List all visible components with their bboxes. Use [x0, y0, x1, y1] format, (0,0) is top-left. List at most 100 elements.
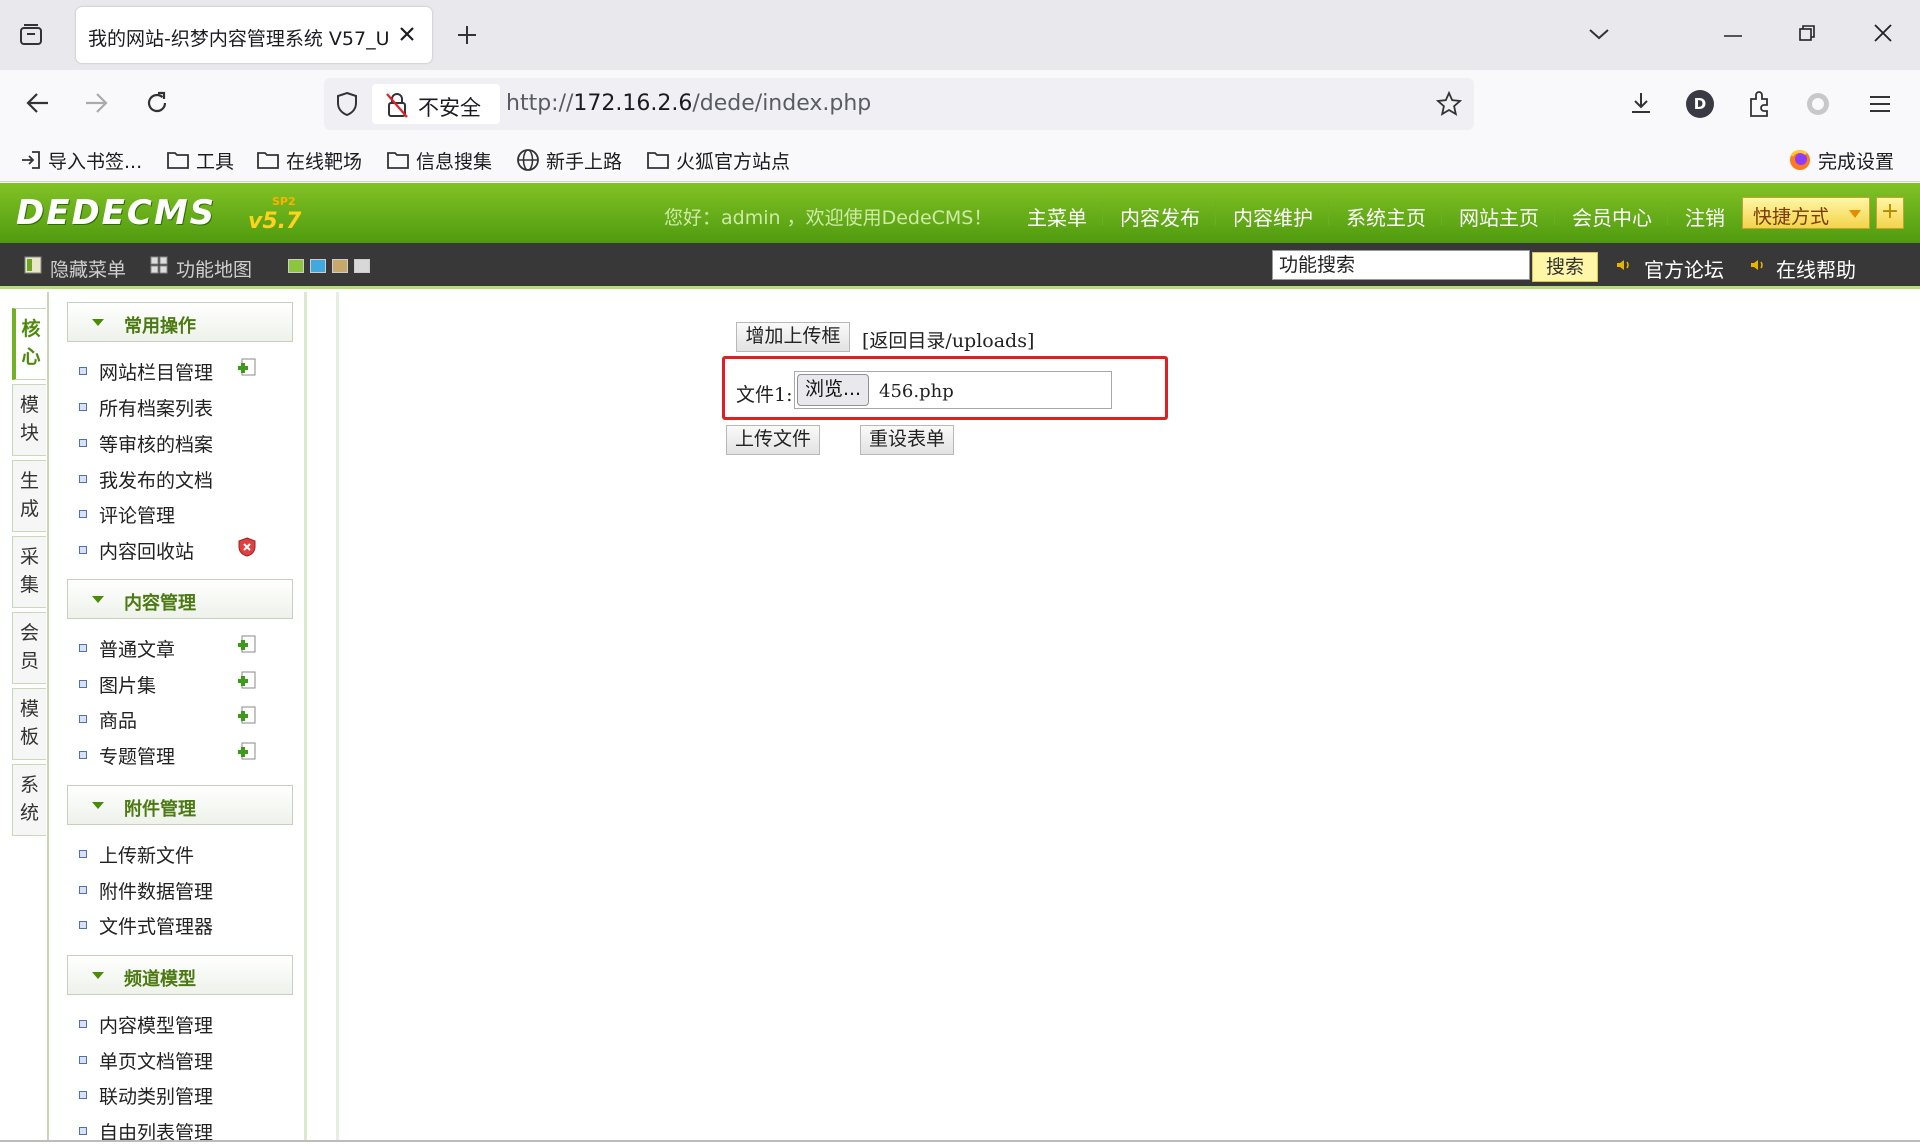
tab-char: 板: [19, 726, 39, 748]
security-indicator[interactable]: 不安全: [372, 84, 500, 124]
tab-char: 核: [21, 318, 41, 340]
logo-version: v5.7: [248, 209, 302, 234]
finish-setup-button[interactable]: 完成设置: [1788, 146, 1894, 174]
browser-nav-bar: 不安全 http://172.16.2.6/dede/index.php D: [0, 70, 1920, 138]
menu-group-title: 内容管理: [124, 593, 196, 614]
menu-item-comments[interactable]: 评论管理: [79, 499, 299, 527]
skin-brown-swatch[interactable]: [332, 259, 348, 273]
insecure-lock-icon: [384, 91, 410, 119]
quick-access-add-button[interactable]: +: [1876, 197, 1904, 229]
menu-group-channel-models[interactable]: 频道模型: [67, 955, 293, 995]
download-icon[interactable]: [1628, 90, 1654, 116]
menu-item-content-models[interactable]: 内容模型管理: [79, 1009, 299, 1037]
menu-group-title: 频道模型: [124, 969, 196, 990]
menu-item-image-sets[interactable]: 图片集: [79, 669, 299, 697]
forward-arrow-icon[interactable]: [84, 92, 108, 114]
menu-item-all-archives[interactable]: 所有档案列表: [79, 392, 299, 420]
file-input[interactable]: 浏览... 456.php: [794, 371, 1112, 409]
menu-group-content[interactable]: 内容管理: [67, 579, 293, 619]
site-map-link[interactable]: 功能地图: [176, 255, 252, 282]
bookmark-folder-tools[interactable]: 工具: [166, 146, 234, 174]
online-help-link[interactable]: 在线帮助: [1776, 254, 1856, 283]
restore-window-icon[interactable]: [1798, 24, 1816, 42]
menu-item-linked-categories[interactable]: 联动类别管理: [79, 1080, 299, 1108]
reload-icon[interactable]: [144, 90, 170, 116]
divider: [336, 292, 339, 1142]
menu-item-topics[interactable]: 专题管理: [79, 740, 299, 768]
bookmark-folder-range[interactable]: 在线靶场: [256, 146, 362, 174]
nav-content-maintain[interactable]: 内容维护: [1233, 202, 1313, 231]
menu-item-my-docs[interactable]: 我发布的文档: [79, 464, 299, 492]
menu-hamburger-icon[interactable]: [1868, 94, 1892, 114]
close-window-icon[interactable]: [1874, 24, 1892, 42]
menu-item-pending-archives[interactable]: 等审核的档案: [79, 428, 299, 456]
url-bar[interactable]: 不安全 http://172.16.2.6/dede/index.php: [324, 78, 1474, 130]
skin-blue-swatch[interactable]: [310, 259, 326, 273]
skin-gray-swatch[interactable]: [354, 259, 370, 273]
tab-list-icon[interactable]: [18, 22, 44, 48]
extensions-icon[interactable]: [1746, 90, 1772, 118]
shield-icon[interactable]: [336, 91, 358, 117]
bookmark-getting-started[interactable]: 新手上路: [516, 146, 622, 174]
menu-group-common[interactable]: 常用操作: [67, 302, 293, 342]
nav-main-menu[interactable]: 主菜单: [1027, 202, 1087, 231]
browser-tab-active[interactable]: 我的网站-织梦内容管理系统 V57_U: [76, 7, 432, 63]
new-tab-icon[interactable]: [456, 24, 478, 46]
nav-logout[interactable]: 注销: [1685, 202, 1725, 231]
side-tab-generate[interactable]: 生成: [12, 460, 46, 532]
tab-char: 模: [19, 394, 39, 416]
finish-setup-label: 完成设置: [1818, 150, 1895, 173]
back-to-uploads-link[interactable]: [返回目录/uploads]: [862, 326, 1034, 353]
side-tab-members[interactable]: 会员: [12, 612, 46, 684]
bookmark-folder-firefox[interactable]: 火狐官方站点: [646, 146, 790, 174]
file-1-label: 文件1:: [736, 384, 793, 406]
menu-item-file-manager[interactable]: 文件式管理器: [79, 910, 299, 938]
upload-file-button[interactable]: 上传文件: [726, 425, 820, 455]
menu-item-label: 上传新文件: [99, 845, 195, 867]
profile-circle-icon[interactable]: [1806, 92, 1830, 116]
menu-item-columns[interactable]: 网站栏目管理: [79, 356, 299, 384]
search-button[interactable]: 搜索: [1532, 252, 1598, 282]
bookmark-label: 在线靶场: [286, 150, 363, 173]
function-search-input[interactable]: 功能搜索: [1272, 250, 1530, 280]
side-tab-collect[interactable]: 采集: [12, 536, 46, 608]
nav-content-publish[interactable]: 内容发布: [1120, 202, 1200, 231]
minimize-window-icon[interactable]: [1724, 34, 1742, 38]
nav-system-home[interactable]: 系统主页: [1346, 202, 1426, 231]
hide-menu-link[interactable]: 隐藏菜单: [50, 255, 126, 282]
menu-item-recycle-bin[interactable]: 内容回收站: [79, 535, 299, 563]
url-text[interactable]: http://172.16.2.6/dede/index.php: [506, 91, 871, 116]
bookmark-label: 工具: [196, 150, 235, 173]
bookmark-import[interactable]: 导入书签...: [20, 146, 142, 174]
menu-item-attachment-data[interactable]: 附件数据管理: [79, 875, 299, 903]
menu-item-upload-file[interactable]: 上传新文件: [79, 839, 299, 867]
close-tab-icon[interactable]: [398, 25, 416, 43]
official-forum-link[interactable]: 官方论坛: [1644, 254, 1724, 283]
chevron-down-icon[interactable]: [1588, 26, 1610, 42]
logo-sp-tag: SP2: [272, 195, 296, 208]
menu-item-products[interactable]: 商品: [79, 704, 299, 732]
quick-access-dropdown[interactable]: 快捷方式: [1742, 197, 1870, 229]
bookmarks-bar: 导入书签... 工具 在线靶场 信息搜集 新手上路 火狐官方站点 完成设置: [0, 138, 1920, 182]
account-avatar[interactable]: D: [1686, 90, 1714, 118]
reset-form-button[interactable]: 重设表单: [860, 425, 954, 455]
menu-group-attachments[interactable]: 附件管理: [67, 785, 293, 825]
menu-item-label: 等审核的档案: [99, 434, 214, 456]
menu-item-articles[interactable]: 普通文章: [79, 633, 299, 661]
back-arrow-icon[interactable]: [26, 92, 50, 114]
nav-member-center[interactable]: 会员中心: [1572, 202, 1652, 231]
side-tab-system[interactable]: 系统: [12, 764, 46, 836]
add-upload-box-button[interactable]: 增加上传框: [736, 322, 850, 352]
bookmark-star-icon[interactable]: [1436, 91, 1462, 117]
side-tab-modules[interactable]: 模块: [12, 384, 46, 456]
nav-site-home[interactable]: 网站主页: [1459, 202, 1539, 231]
menu-item-single-pages[interactable]: 单页文档管理: [79, 1045, 299, 1073]
side-tab-templates[interactable]: 模板: [12, 688, 46, 760]
left-menu: 常用操作 网站栏目管理 所有档案列表 等审核的档案 我发布的文档 评论管理 内容…: [49, 292, 304, 1144]
bookmark-folder-info[interactable]: 信息搜集: [386, 146, 492, 174]
skin-green-swatch[interactable]: [288, 259, 304, 273]
tab-char: 统: [19, 802, 39, 824]
side-tab-core[interactable]: 核心: [12, 308, 46, 380]
browse-button[interactable]: 浏览...: [797, 374, 869, 406]
nav-separator: [1215, 203, 1216, 225]
